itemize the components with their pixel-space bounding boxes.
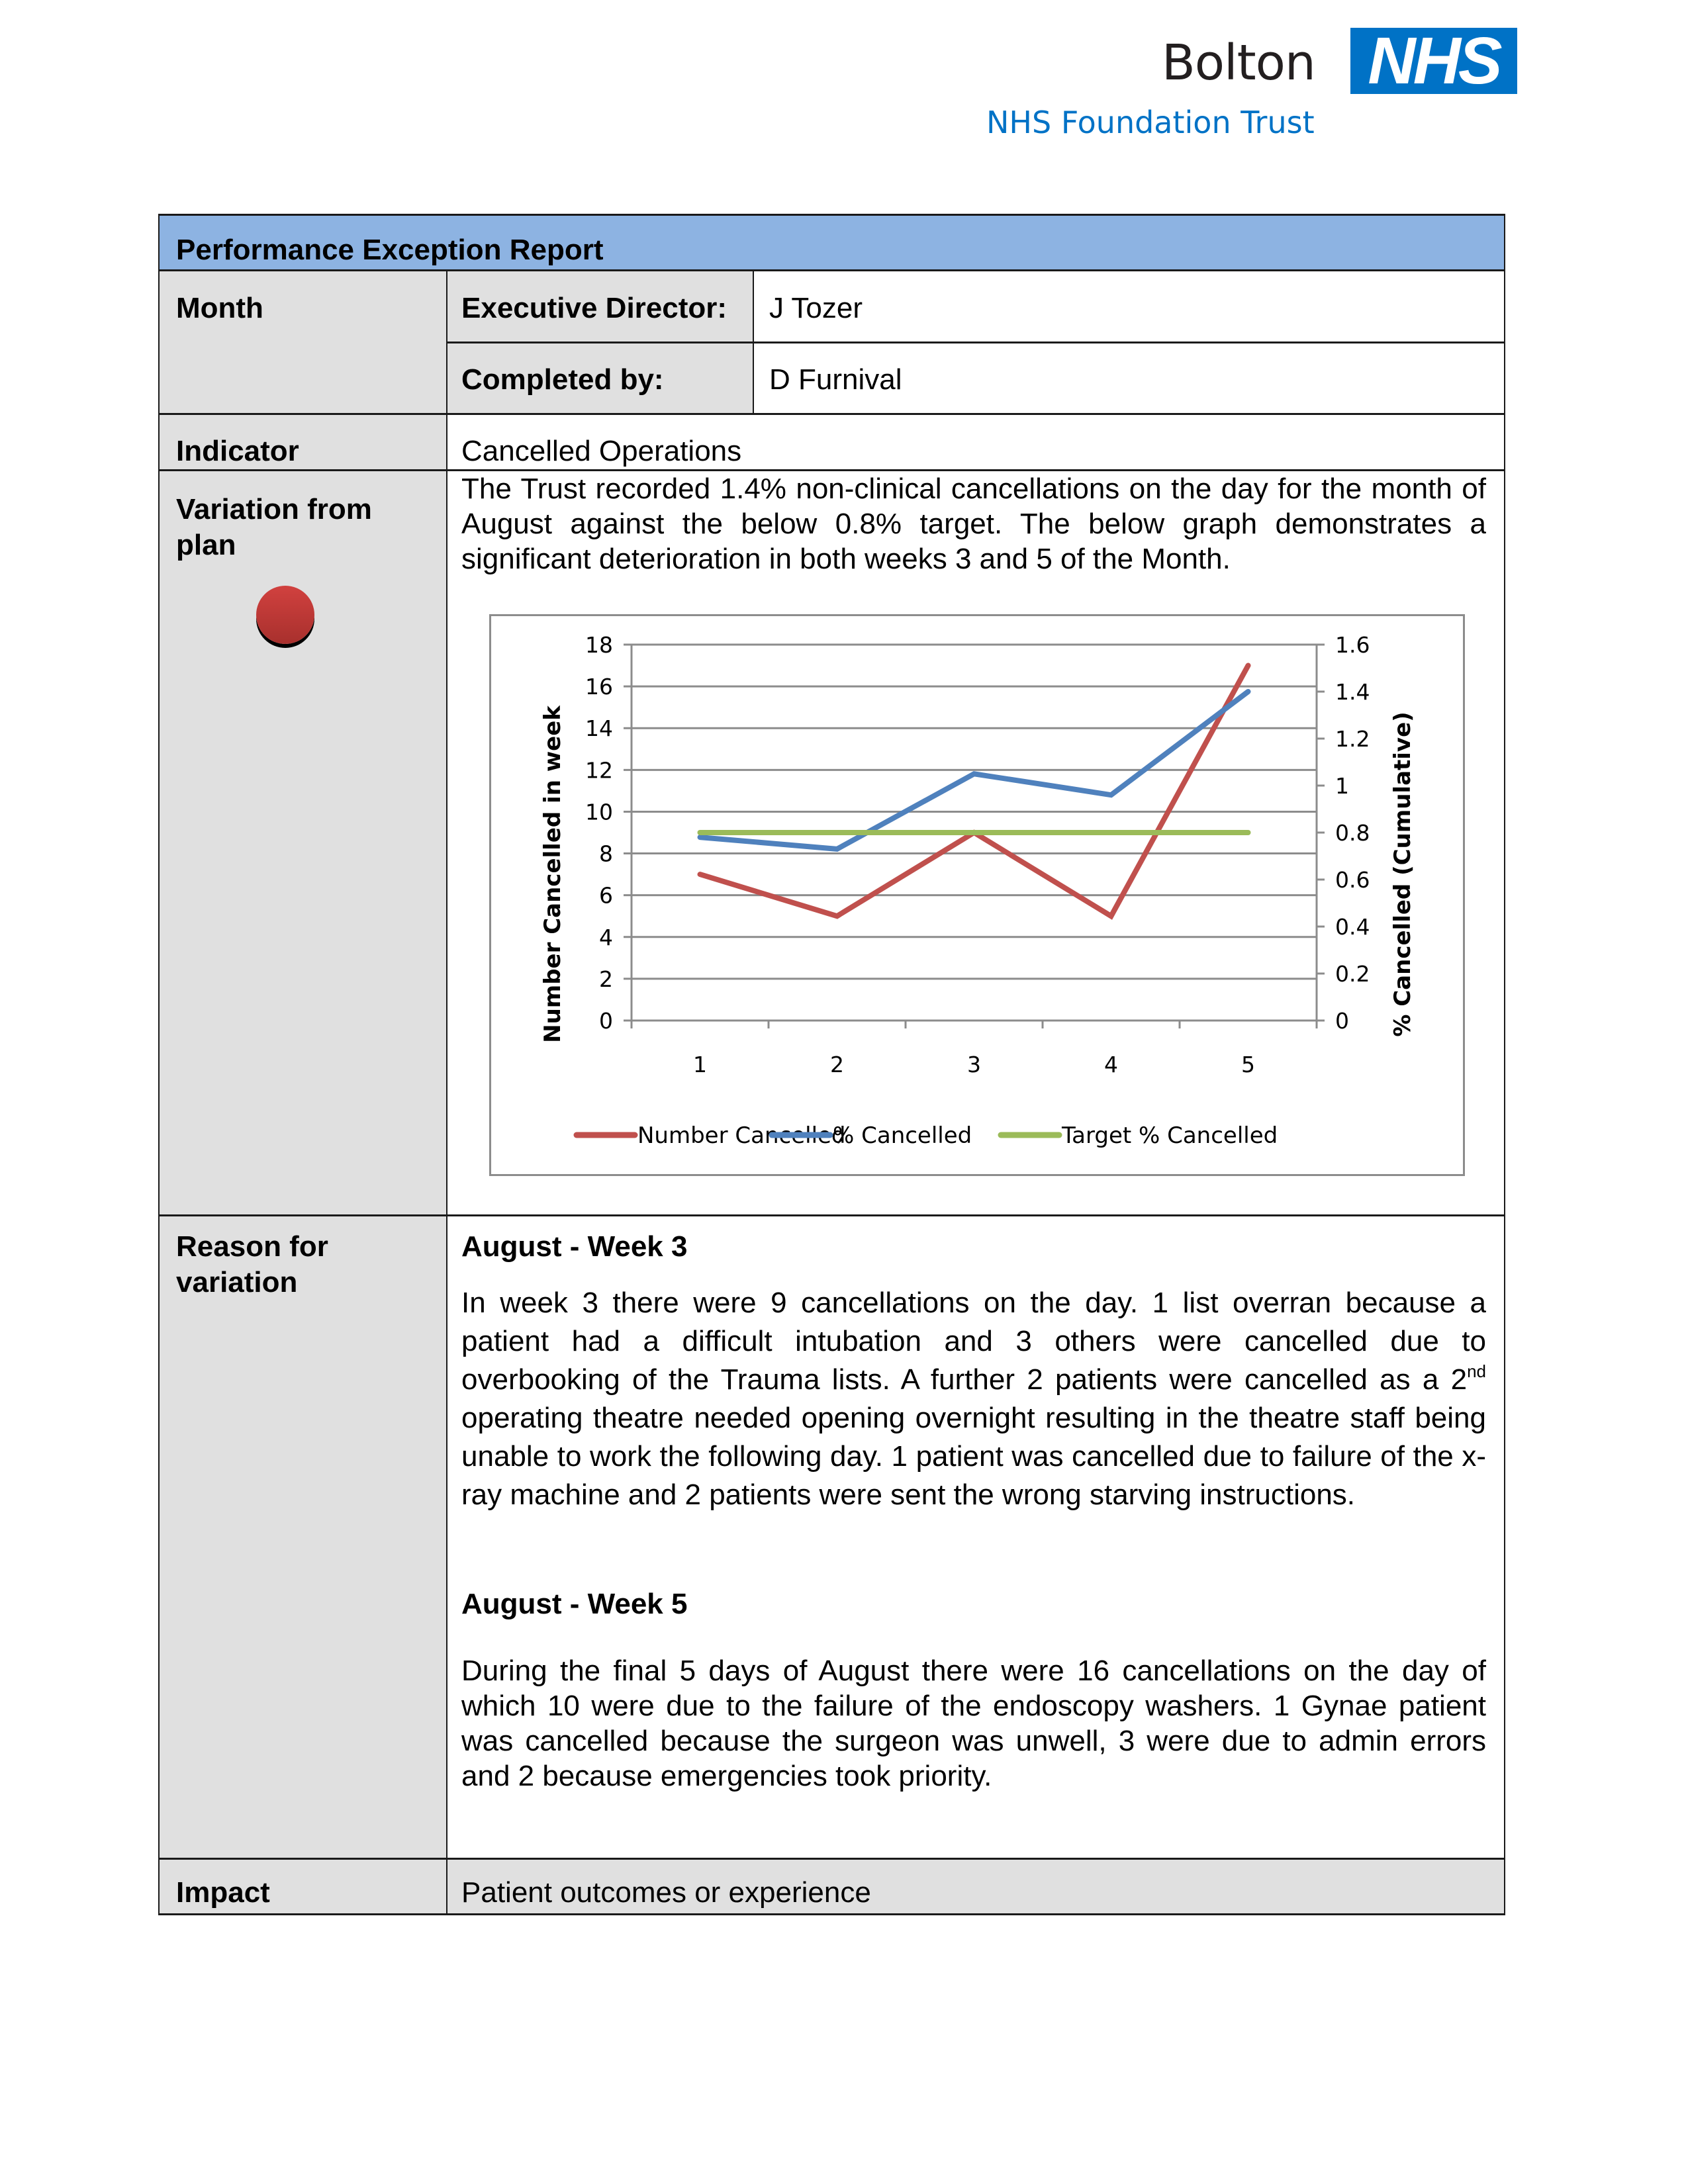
- y-tick-label: 16: [585, 674, 613, 700]
- x-tick-label: 5: [1241, 1052, 1255, 1077]
- series-line-number-cancelled: [697, 662, 1251, 920]
- week3-heading: August - Week 3: [461, 1230, 688, 1263]
- x-tick-label: 1: [693, 1052, 707, 1077]
- ordinal-suffix: nd: [1467, 1361, 1486, 1381]
- line-chart: 02468101214161800.20.40.60.811.21.41.61 2…: [539, 632, 1416, 1149]
- impact-value: Patient outcomes or experience: [461, 1876, 871, 1909]
- indicator-label: Indicator: [176, 435, 299, 467]
- y-tick-label: 4: [599, 925, 613, 950]
- y2-tick-label: 0.2: [1335, 961, 1370, 987]
- y2-tick-label: 1: [1335, 773, 1349, 799]
- legend-label-cancelled: % Cancelled: [833, 1122, 972, 1149]
- y-tick-label: 18: [585, 632, 613, 658]
- x-tick-label: 2: [830, 1052, 844, 1077]
- completed-by-label: Completed by:: [461, 363, 664, 396]
- y-tick-label: 8: [599, 841, 613, 867]
- y-tick-label: 0: [599, 1008, 613, 1034]
- week3-text-part1: In week 3 there were 9 cancellations on …: [461, 1287, 1486, 1396]
- week5-text: During the final 5 days of August there …: [461, 1655, 1486, 1792]
- nhs-logo-text: NHS: [1368, 24, 1502, 98]
- label-column: [159, 414, 447, 1914]
- org-name: Bolton: [1162, 34, 1316, 91]
- indicator-value: Cancelled Operations: [461, 435, 742, 467]
- week3-text-part2: operating theatre needed opening overnig…: [461, 1402, 1486, 1511]
- y2-axis-title: % Cancelled (Cumulative): [1389, 711, 1416, 1036]
- y-tick-label: 2: [599, 966, 613, 992]
- y-tick-label: 12: [585, 757, 613, 783]
- y2-tick-label: 1.6: [1335, 632, 1370, 658]
- report-title: Performance Exception Report: [176, 234, 604, 266]
- y2-tick-label: 0.6: [1335, 867, 1370, 893]
- month-label: Month: [176, 292, 263, 324]
- y2-tick-label: 0.8: [1335, 820, 1370, 846]
- y2-tick-label: 0.4: [1335, 914, 1370, 940]
- executive-director-value: J Tozer: [769, 292, 863, 324]
- variation-label-line1: Variation from: [176, 493, 372, 525]
- legend-label-target-cancelled: Target % Cancelled: [1061, 1122, 1278, 1149]
- variation-text: The Trust recorded 1.4% non-clinical can…: [461, 473, 1486, 575]
- week3-text: In week 3 there were 9 cancellations on …: [461, 1284, 1486, 1514]
- impact-label: Impact: [176, 1876, 270, 1909]
- variation-label-line2: plan: [176, 529, 236, 561]
- x-tick-label: 3: [967, 1052, 981, 1077]
- y-axis-title: Number Cancelled in week: [539, 705, 566, 1043]
- reason-label-line1: Reason for: [176, 1230, 328, 1263]
- y-tick-label: 10: [585, 799, 613, 825]
- y2-tick-label: 0: [1335, 1008, 1349, 1034]
- y-tick-label: 6: [599, 883, 613, 909]
- x-tick-label: 4: [1104, 1052, 1118, 1077]
- y2-tick-label: 1.4: [1335, 679, 1370, 705]
- chart-container: 0 2 4 6 8 10 12 14 16 18 0 0.2 0.4 0.6 0.8 1 1.2 1.4 1.6 1 2…: [489, 614, 1465, 1176]
- executive-director-label: Executive Director:: [461, 292, 727, 324]
- org-subtitle: NHS Foundation Trust: [986, 105, 1315, 140]
- red-status-icon: [256, 586, 314, 644]
- completed-by-value: D Furnival: [769, 363, 902, 396]
- y-tick-label: 14: [585, 715, 613, 741]
- week5-heading: August - Week 5: [461, 1588, 688, 1620]
- reason-label-line2: variation: [176, 1266, 298, 1298]
- y2-tick-label: 1.2: [1335, 726, 1370, 752]
